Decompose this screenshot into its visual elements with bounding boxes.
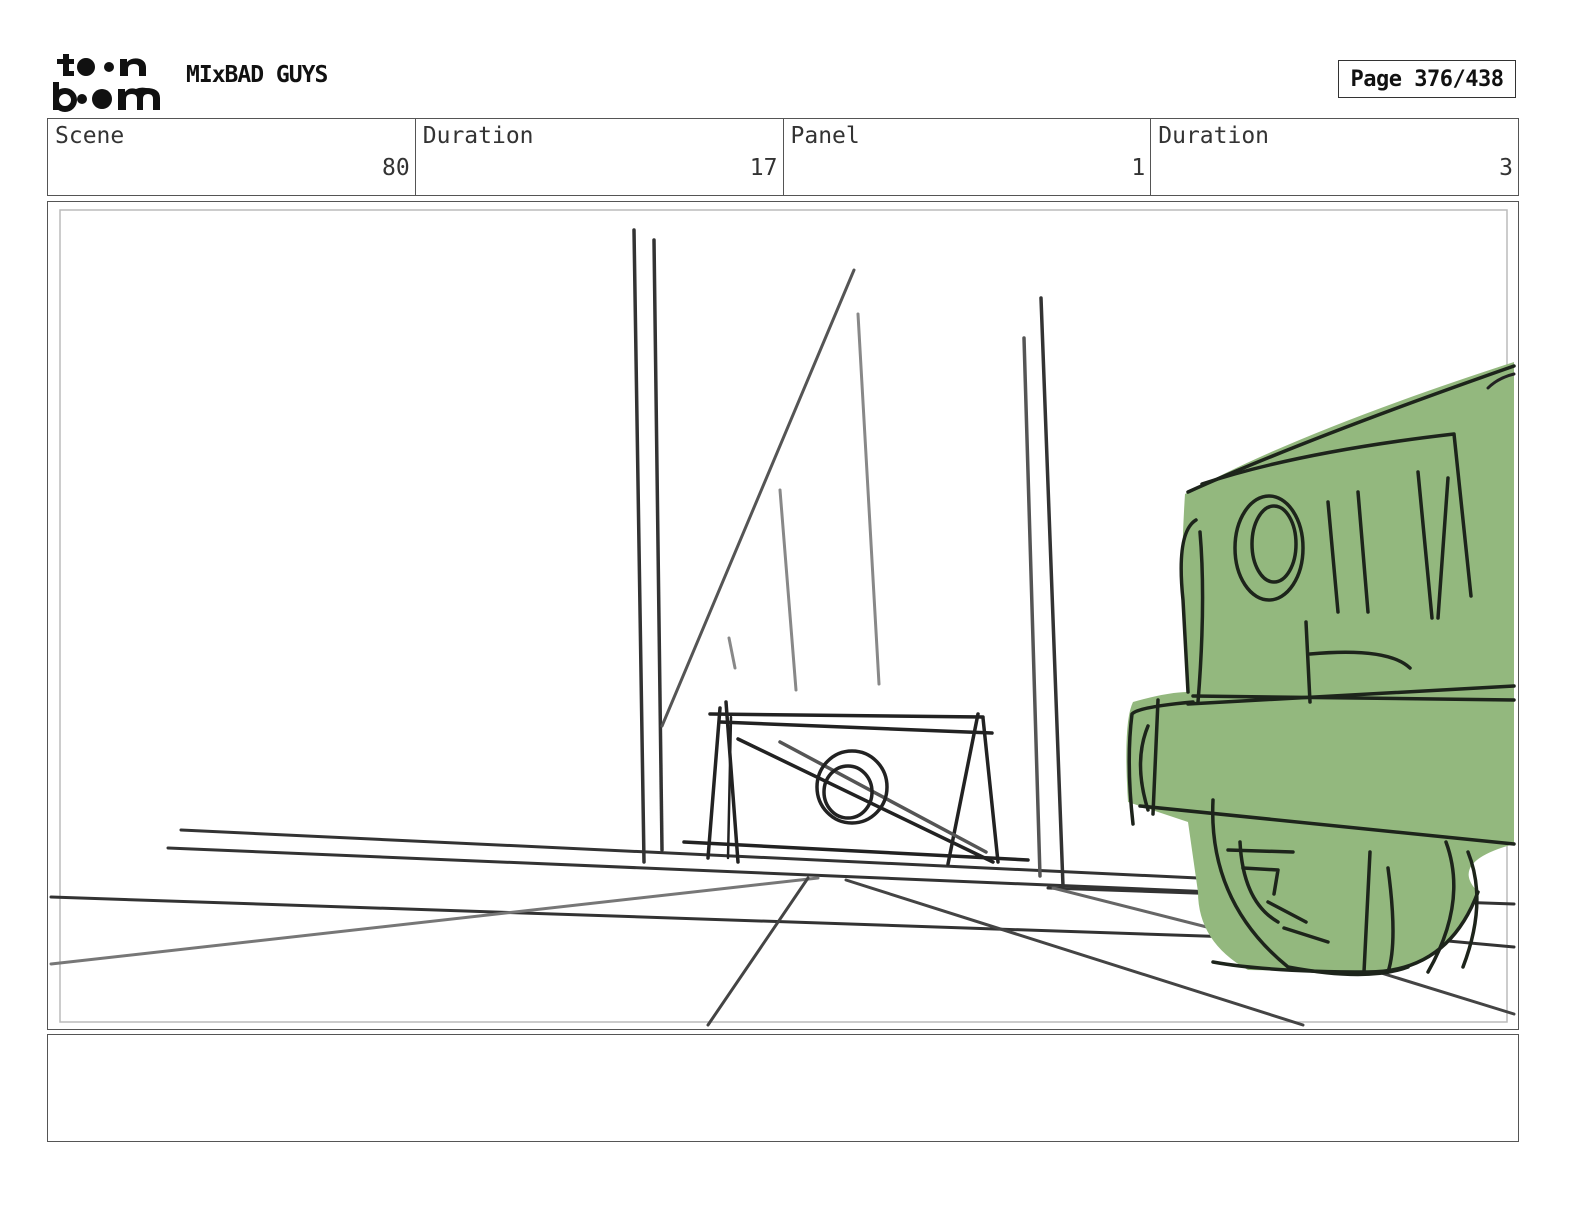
diagonal-wire: [660, 268, 856, 728]
page-counter: Page 376/438: [1338, 60, 1516, 98]
tall-posts: [632, 228, 1065, 888]
panel-label: Panel: [790, 123, 860, 149]
panel-cell: Panel 1: [784, 119, 1152, 195]
panel-duration-value: 3: [1499, 155, 1513, 181]
storyboard-panel: [47, 201, 1519, 1030]
panel-value: 1: [1131, 155, 1146, 181]
toon-boom-logo: [53, 54, 160, 112]
scene-cell: Scene 80: [48, 119, 416, 195]
crate-sketch: [682, 700, 1030, 866]
project-title: MIxBAD GUYS: [186, 62, 328, 88]
scene-duration-label: Duration: [422, 123, 534, 149]
scene-value: 80: [382, 155, 410, 181]
panel-duration-label: Duration: [1158, 123, 1270, 149]
scene-label: Scene: [55, 123, 125, 149]
scene-duration-cell: Duration 17: [416, 119, 784, 195]
light-strokes: [727, 312, 881, 692]
panel-duration-cell: Duration 3: [1151, 119, 1518, 195]
panel-sketch: [49, 209, 1516, 1027]
scene-info-table: Scene 80 Duration 17 Panel 1 Duration 3: [47, 118, 1519, 196]
scene-duration-value: 17: [749, 155, 778, 181]
panel-notes-box: [47, 1034, 1519, 1142]
